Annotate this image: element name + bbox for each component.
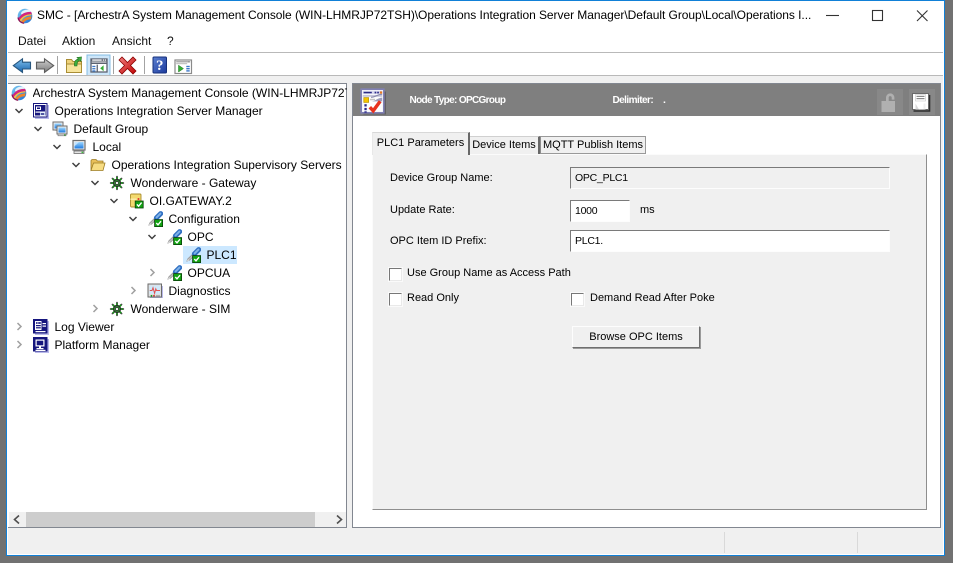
- svg-text:?: ?: [156, 58, 164, 74]
